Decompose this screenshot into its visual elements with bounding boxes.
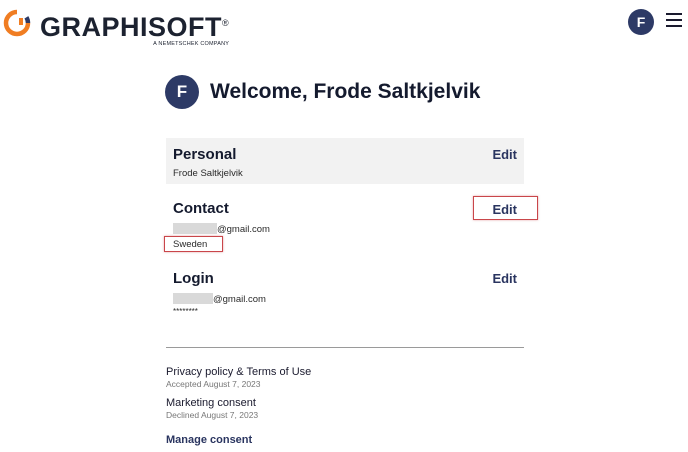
privacy-consent-status: Accepted August 7, 2023 — [166, 379, 261, 389]
top-bar: GRAPHISOFT® A NEMETSCHEK COMPANY F — [0, 0, 688, 48]
user-avatar-button[interactable]: F — [628, 9, 654, 35]
manage-consent-link[interactable]: Manage consent — [166, 434, 252, 446]
avatar: F — [165, 75, 199, 109]
personal-name: Frode Saltkjelvik — [173, 168, 243, 179]
login-email: @gmail.com — [173, 293, 266, 305]
login-edit-button[interactable]: Edit — [492, 271, 517, 286]
welcome-header: F Welcome, Frode Saltkjelvik — [165, 75, 480, 109]
country-highlight-box — [164, 236, 223, 252]
page-title: Welcome, Frode Saltkjelvik — [210, 80, 481, 103]
contact-email: @gmail.com — [173, 223, 270, 235]
login-section: Login Edit @gmail.com ******** — [166, 262, 524, 322]
graphisoft-logo[interactable]: GRAPHISOFT® A NEMETSCHEK COMPANY — [3, 9, 229, 48]
redacted-block — [173, 223, 217, 234]
contact-title: Contact — [173, 200, 229, 217]
marketing-consent-title: Marketing consent — [166, 397, 256, 409]
personal-title: Personal — [173, 146, 237, 163]
redacted-block — [173, 293, 213, 304]
divider — [166, 347, 524, 348]
personal-edit-button[interactable]: Edit — [492, 147, 517, 162]
logo-tagline: A NEMETSCHEK COMPANY — [153, 41, 230, 47]
logo-wordmark: GRAPHISOFT® — [40, 12, 230, 42]
edit-highlight-box — [473, 196, 538, 220]
login-title: Login — [173, 270, 214, 287]
logo-mark-icon — [3, 9, 31, 37]
personal-section: Personal Edit Frode Saltkjelvik — [166, 138, 524, 184]
login-password: ******** — [173, 307, 198, 316]
privacy-consent-title: Privacy policy & Terms of Use — [166, 366, 312, 378]
marketing-consent-status: Declined August 7, 2023 — [166, 410, 259, 420]
hamburger-icon[interactable] — [666, 13, 682, 29]
